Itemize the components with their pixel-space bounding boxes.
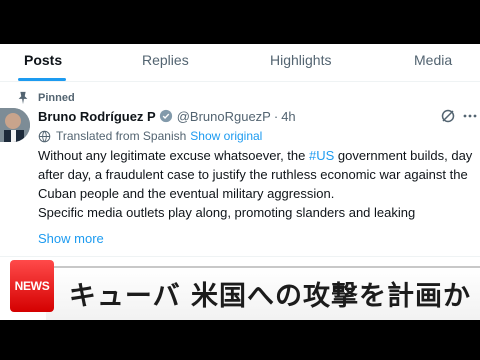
tab-media[interactable]: Media bbox=[414, 44, 452, 82]
post-text-segment: government builds, day bbox=[334, 148, 473, 163]
show-more-link[interactable]: Show more bbox=[38, 231, 104, 246]
globe-icon bbox=[38, 130, 51, 142]
author-handle[interactable]: @BrunoRguezP bbox=[177, 109, 271, 124]
verified-icon bbox=[159, 109, 172, 123]
post-text-segment: Without any legitimate excuse whatsoever… bbox=[38, 148, 309, 163]
pin-icon bbox=[18, 91, 28, 105]
active-tab-indicator bbox=[18, 78, 66, 81]
translation-notice: Translated from Spanish Show original bbox=[38, 128, 262, 144]
hashtag-link[interactable]: #US bbox=[309, 148, 334, 163]
headline-caption: キューバ 米国への攻撃を計画か bbox=[68, 280, 472, 312]
tab-posts[interactable]: Posts bbox=[24, 44, 62, 82]
post-time[interactable]: 4h bbox=[281, 109, 295, 124]
news-badge: NEWS bbox=[10, 260, 54, 312]
post-header: Bruno Rodríguez P @BrunoRguezP · 4h bbox=[38, 107, 296, 125]
tab-highlights[interactable]: Highlights bbox=[270, 44, 331, 82]
post-body: Without any legitimate excuse whatsoever… bbox=[38, 146, 480, 222]
show-original-link[interactable]: Show original bbox=[190, 129, 262, 143]
separator-dot: · bbox=[273, 108, 279, 124]
author-name[interactable]: Bruno Rodríguez P bbox=[38, 109, 156, 124]
profile-tabs: Posts Replies Highlights Media bbox=[0, 44, 480, 82]
pinned-label: Pinned bbox=[38, 92, 75, 104]
news-banner: NEWS キューバ 米国への攻撃を計画か bbox=[0, 258, 480, 320]
divider bbox=[0, 256, 480, 257]
tab-replies[interactable]: Replies bbox=[142, 44, 189, 82]
post-line-2: after day, a fraudulent case to justify … bbox=[38, 167, 468, 182]
more-icon[interactable] bbox=[462, 108, 478, 124]
screen: Posts Replies Highlights Media Pinned Br… bbox=[0, 0, 480, 360]
grok-icon[interactable] bbox=[440, 108, 456, 124]
translated-label: Translated from Spanish bbox=[56, 129, 187, 143]
post-line-3: Cuban people and the eventual military a… bbox=[38, 186, 335, 201]
post-line-1: Without any legitimate excuse whatsoever… bbox=[38, 146, 480, 165]
top-black-bar bbox=[0, 0, 480, 44]
pinned-indicator: Pinned bbox=[16, 91, 75, 105]
avatar-image bbox=[0, 108, 30, 142]
avatar[interactable] bbox=[0, 108, 30, 142]
bottom-black-bar bbox=[0, 320, 480, 360]
post-line-4: Specific media outlets play along, promo… bbox=[38, 205, 416, 220]
